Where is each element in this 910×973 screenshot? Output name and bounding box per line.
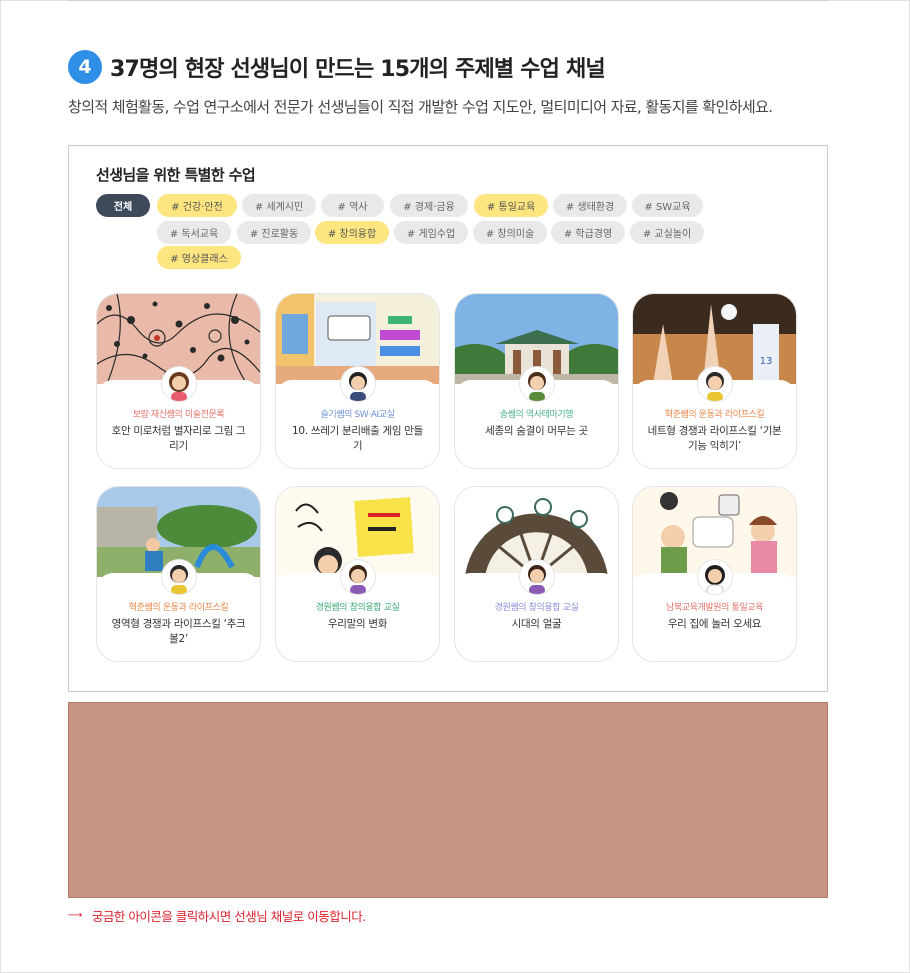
step-number-badge: 4 — [68, 50, 102, 84]
tag-unification[interactable]: # 통일교육 — [474, 194, 548, 217]
notice-text: 궁금한 아이콘을 클릭하시면 선생님 채널로 이동합니다. — [91, 909, 366, 924]
teacher-avatar-icon — [519, 559, 555, 595]
section-title: 37명의 현장 선생님이 만드는 15개의 주제별 수업 채널 — [110, 57, 606, 82]
card-channel-name: 보람·재신쌤의 미술전문록 — [132, 410, 225, 420]
teacher-avatar-icon — [340, 366, 376, 402]
section-heading: 4 37명의 현장 선생님이 만드는 15개의 주제별 수업 채널 — [68, 49, 606, 85]
tag-ecology[interactable]: # 생태환경 — [553, 194, 627, 217]
teacher-avatar-icon — [697, 366, 733, 402]
teacher-avatar-icon — [161, 559, 197, 595]
card-lesson-title: 세종의 숨결이 머무는 곳 — [485, 425, 588, 437]
card-lesson-title: 호안 미로처럼 별자리로 그림 그리기 — [111, 425, 246, 452]
tag-global-citizen[interactable]: # 세계시민 — [242, 194, 316, 217]
channel-box-title: 선생님을 위한 특별한 수업 — [96, 166, 256, 184]
card-channel-name: 혁준쌤의 운동과 라이프스킬 — [664, 410, 765, 420]
tag-all[interactable]: 전체 — [96, 194, 150, 217]
tag-reading[interactable]: # 독서교육 — [157, 221, 231, 244]
teacher-avatar-icon — [697, 559, 733, 595]
card-channel-name: 송쌤의 역사테마기행 — [499, 410, 574, 420]
card-lesson-title: 10. 쓰레기 분리배출 게임 만들기 — [292, 425, 423, 452]
card-lesson-title: 시대의 얼굴 — [511, 618, 562, 630]
card-channel-name: 남북교육개발원의 통일교육 — [665, 603, 764, 613]
notice-text-row: ⟶ 궁금한 아이콘을 클릭하시면 선생님 채널로 이동합니다. — [68, 906, 366, 925]
channel-card[interactable]: 경원쌤의 창의융합 교실 우리말의 변화 — [275, 486, 440, 662]
top-divider — [68, 0, 828, 1]
tag-creative-convergence[interactable]: # 창의융합 — [315, 221, 389, 244]
tag-health-safety[interactable]: # 건강·안전 — [157, 194, 237, 217]
section-subtitle: 창의적 체험활동, 수업 연구소에서 전문가 선생님들이 직접 개발한 수업 지… — [68, 98, 773, 116]
card-channel-name: 경원쌤의 창의융합 교실 — [494, 603, 579, 613]
card-lesson-title: 우리 집에 놀러 오세요 — [667, 618, 762, 630]
tag-game-class[interactable]: # 게임수업 — [394, 221, 468, 244]
channel-card[interactable]: 13 혁준쌤의 운동과 라이프스킬 네트형 경쟁과 라이프스킬 ‘기본 기능 익… — [632, 293, 797, 469]
channel-box: 선생님을 위한 특별한 수업 전체 # 건강·안전 # 세계시민 # 역사 # … — [68, 145, 828, 692]
card-lesson-title: 우리말의 변화 — [327, 618, 388, 630]
teacher-avatar-icon — [340, 559, 376, 595]
channel-card[interactable]: 경원쌤의 창의융합 교실 시대의 얼굴 — [454, 486, 619, 662]
tag-career[interactable]: # 진로활동 — [237, 221, 311, 244]
banner-placeholder — [68, 702, 828, 898]
channel-card[interactable]: 보람·재신쌤의 미술전문록 호안 미로처럼 별자리로 그림 그리기 — [96, 293, 261, 469]
card-channel-name: 경원쌤의 창의융합 교실 — [315, 603, 400, 613]
tag-video-class[interactable]: # 영상클래스 — [157, 246, 241, 269]
tag-history[interactable]: # 역사 — [321, 194, 384, 217]
teacher-avatar-icon — [161, 366, 197, 402]
channel-card[interactable]: 송쌤의 역사테마기행 세종의 숨결이 머무는 곳 — [454, 293, 619, 469]
tag-classroom-play[interactable]: # 교실놀이 — [630, 221, 704, 244]
channel-card[interactable]: 슬기쌤의 SW·AI교실 10. 쓰레기 분리배출 게임 만들기 — [275, 293, 440, 469]
teacher-avatar-icon — [519, 366, 555, 402]
channel-card[interactable]: 남북교육개발원의 통일교육 우리 집에 놀러 오세요 — [632, 486, 797, 662]
tag-economy-finance[interactable]: # 경제·금융 — [390, 194, 468, 217]
tag-creative-art[interactable]: # 창의미술 — [473, 221, 547, 244]
arrow-right-icon: ⟶ — [68, 910, 82, 921]
tag-sw-education[interactable]: # SW교육 — [632, 194, 703, 217]
tag-class-management[interactable]: # 학급경영 — [551, 221, 625, 244]
channel-card[interactable]: 혁준쌤의 운동과 라이프스킬 영역형 경쟁과 라이프스킬 ‘추크볼2’ — [96, 486, 261, 662]
card-lesson-title: 영역형 경쟁과 라이프스킬 ‘추크볼2’ — [111, 618, 246, 645]
svg-text:13: 13 — [760, 356, 773, 367]
card-channel-name: 슬기쌤의 SW·AI교실 — [320, 410, 395, 420]
card-channel-name: 혁준쌤의 운동과 라이프스킬 — [128, 603, 229, 613]
card-lesson-title: 네트형 경쟁과 라이프스킬 ‘기본 기능 익히기’ — [647, 425, 782, 452]
